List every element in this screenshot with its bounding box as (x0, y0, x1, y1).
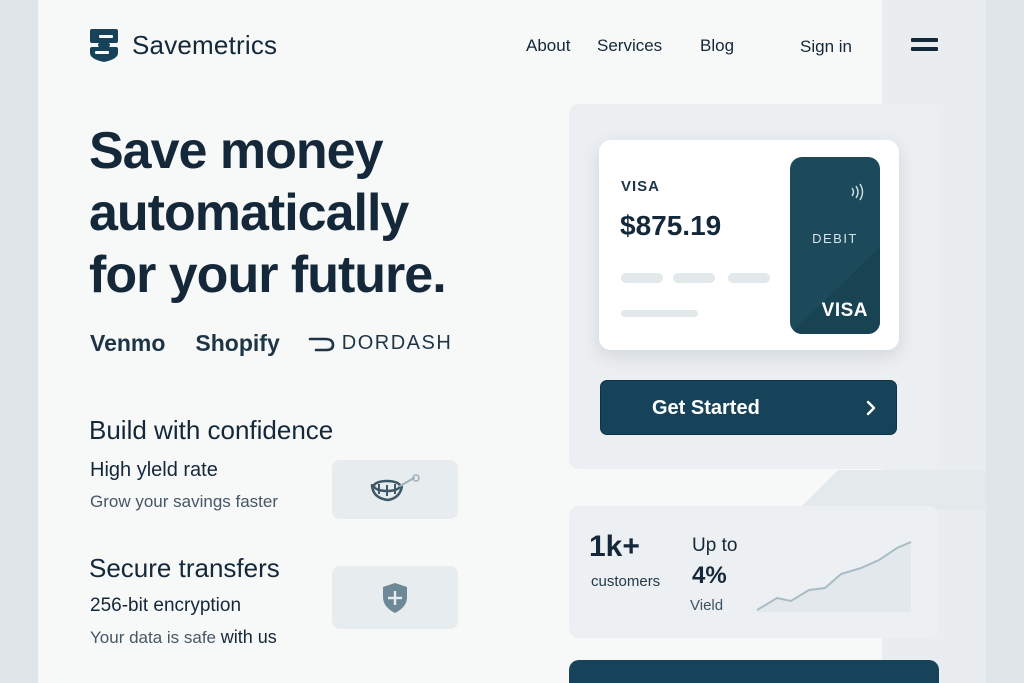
placeholder-bar (621, 310, 698, 317)
debit-label: DEBIT (812, 231, 858, 246)
nav-services[interactable]: Services (597, 36, 662, 56)
coin-growth-icon (370, 473, 420, 501)
brand-name: Savemetrics (132, 29, 278, 60)
sign-in-link[interactable]: Sign in (800, 37, 852, 57)
debit-network-label: VISA (821, 300, 868, 321)
hero-line-2: automatically (89, 184, 409, 242)
features-heading: Build with confidence (89, 415, 334, 445)
secure-feature-heading: Secure transfers (89, 553, 280, 583)
customers-label: customers (591, 573, 661, 590)
growth-sparkline (757, 541, 912, 612)
hamburger-icon[interactable] (911, 38, 938, 52)
partner-logos: Venmo Shopify DORDASH (90, 330, 452, 357)
yield-feature-tile (332, 460, 458, 519)
secure-feature-title: 256-bit encryption (90, 595, 242, 616)
card-network-label: VISA (621, 178, 661, 195)
debit-card: DEBIT VISA (790, 157, 880, 334)
secure-sub-part-a: Your data is safe (90, 628, 217, 647)
card-balance: $875.19 (620, 210, 722, 241)
secure-feature-subtitle: Your data is safe with us (90, 627, 277, 648)
placeholder-bar (673, 273, 715, 283)
customers-count: 1k+ (589, 530, 640, 563)
yield-feature-title: High yleld rate (90, 459, 218, 481)
get-started-label: Get Started (652, 397, 760, 419)
get-started-button[interactable]: Get Started (600, 380, 897, 435)
yield-prefix: Up to (692, 535, 738, 556)
hero-headline: Save money automatically for your future… (89, 120, 539, 306)
nav-blog[interactable]: Blog (700, 36, 734, 56)
nav-about[interactable]: About (526, 36, 570, 56)
brand-logo[interactable]: Savemetrics (88, 27, 277, 63)
bottom-card-peek (569, 660, 939, 683)
doordash-wordmark: DORDASH (341, 332, 453, 354)
stats-card: 1k+ customers Up to 4% Vield (569, 506, 939, 638)
shopify-logo: Shopify (195, 330, 280, 356)
doordash-logo: DORDASH (308, 332, 453, 355)
hero-line-1: Save money (89, 122, 384, 180)
hero-line-3: for your future. (89, 246, 447, 304)
venmo-logo: Venmo (90, 330, 166, 356)
yield-label: Vield (690, 597, 724, 614)
doordash-icon (308, 337, 335, 351)
secure-sub-part-b: with us (220, 627, 277, 647)
shield-plus-icon (383, 582, 407, 613)
placeholder-bar (728, 273, 770, 283)
decorative-slant (798, 470, 986, 510)
chevron-right-icon (866, 400, 876, 416)
secure-feature-tile (332, 566, 458, 629)
yield-feature-subtitle: Grow your savings faster (90, 492, 279, 511)
page: Savemetrics About Services Blog Sign in … (38, 0, 986, 683)
balance-card[interactable]: VISA $875.19 DEBIT VISA (599, 140, 899, 350)
yield-value: 4% (692, 562, 727, 589)
contactless-icon (851, 183, 864, 201)
placeholder-bar (621, 273, 663, 283)
s-shield-logo-icon (90, 29, 118, 62)
